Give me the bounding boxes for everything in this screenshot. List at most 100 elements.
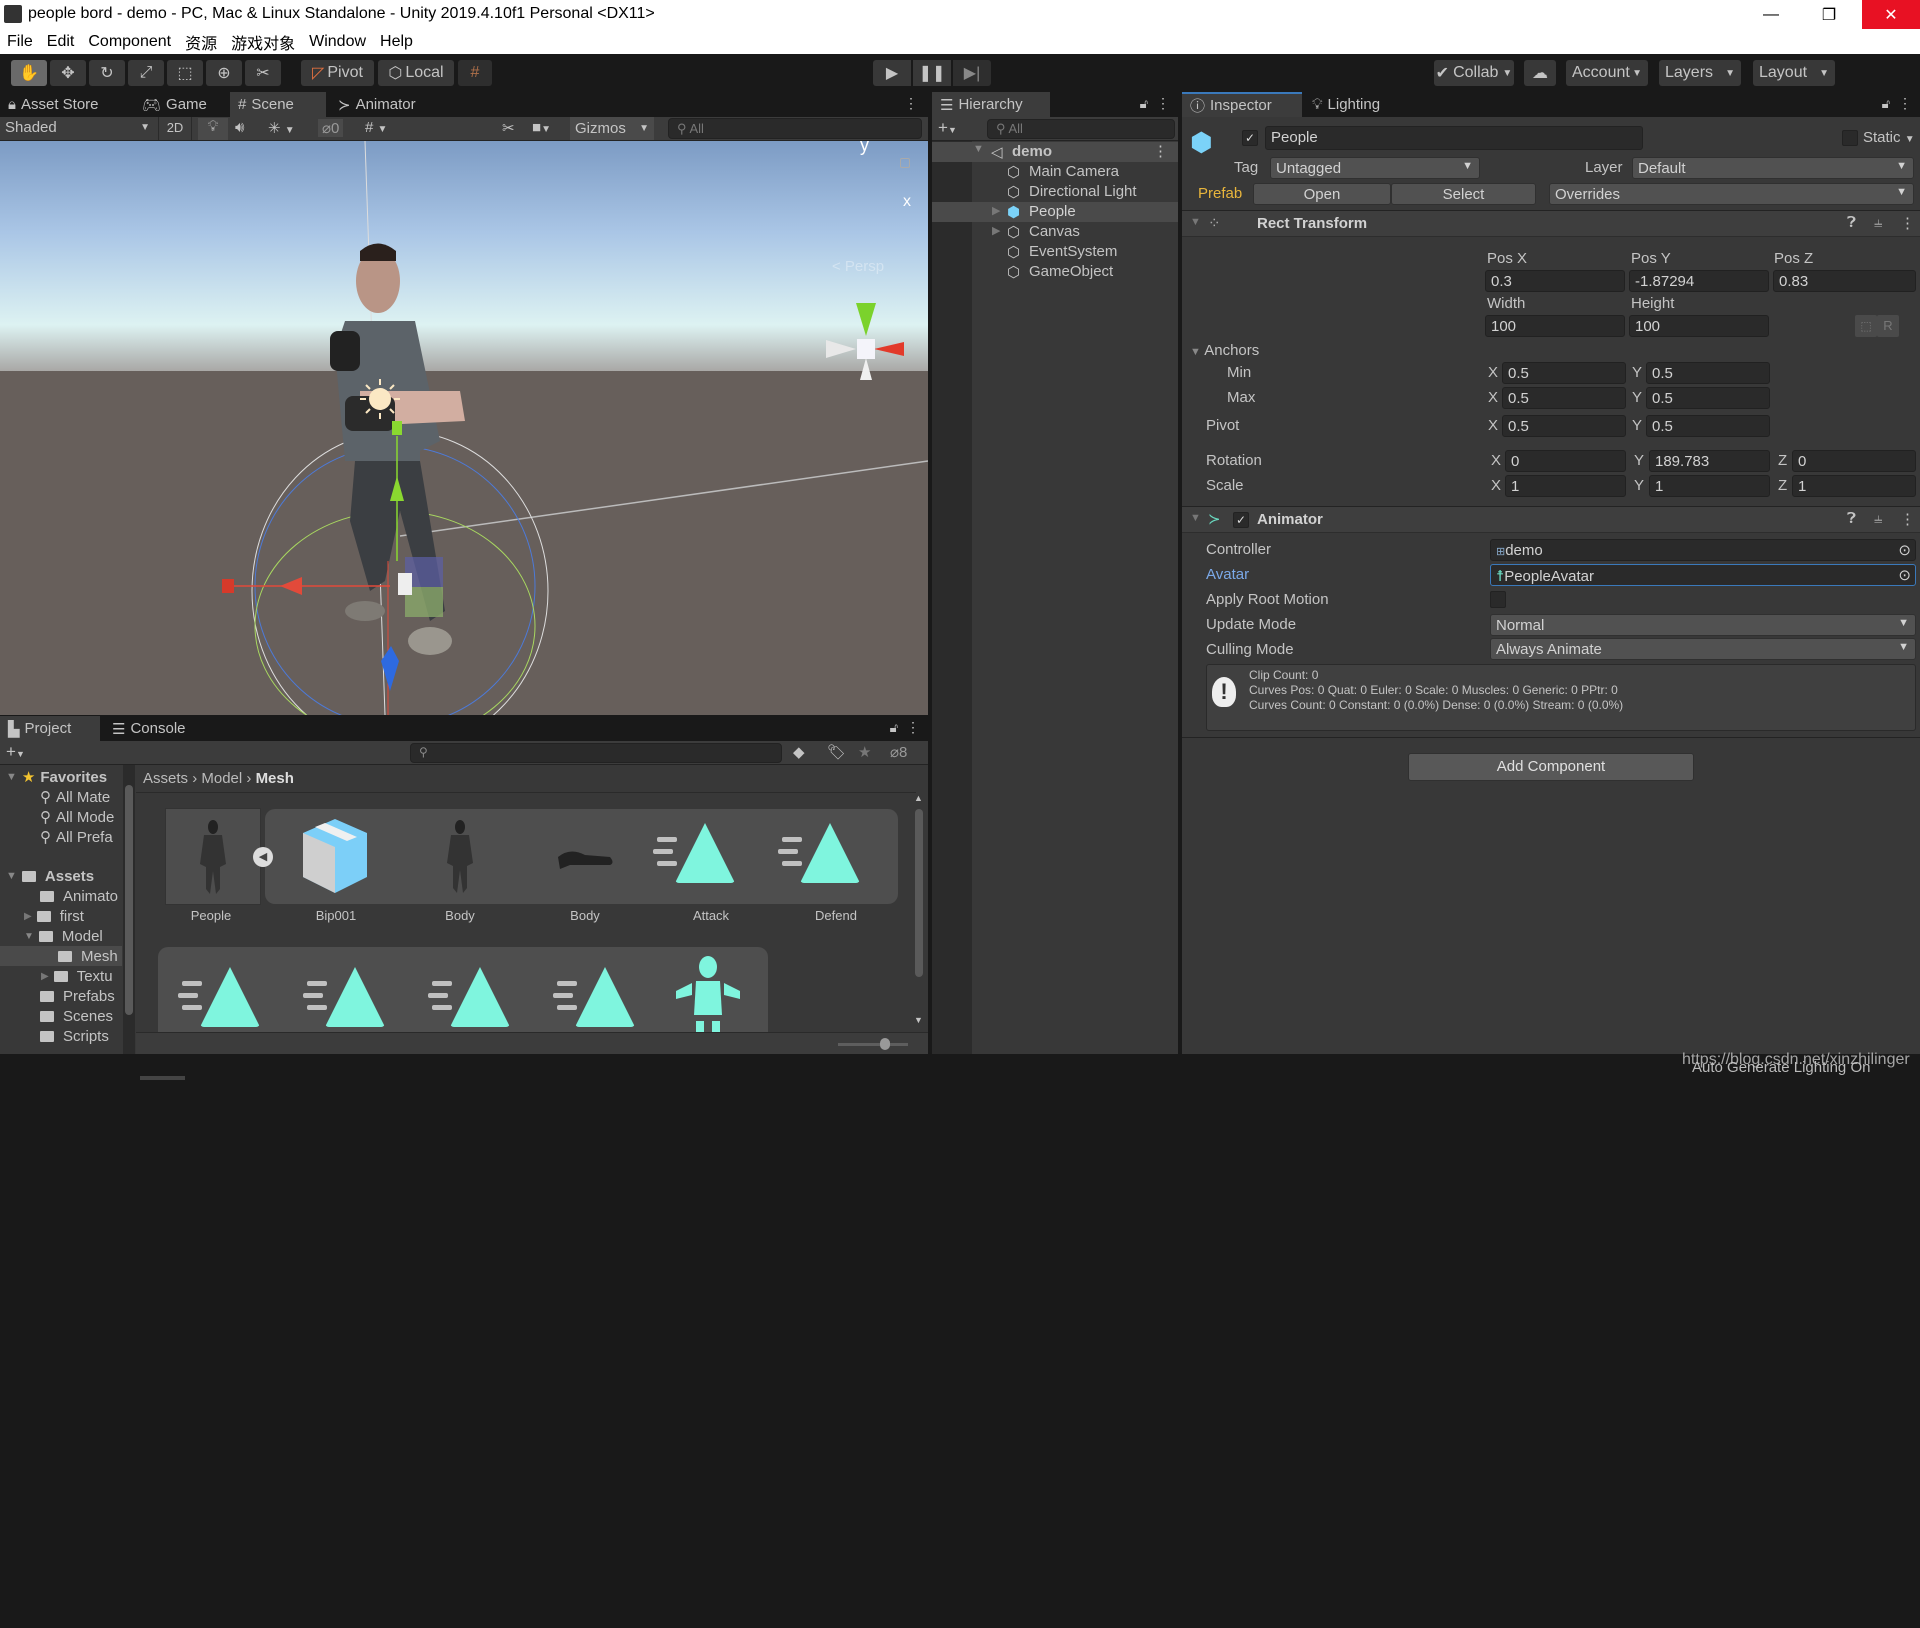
create-dropdown[interactable]: +▼ [938,118,957,138]
expand-arrow-icon[interactable]: ▶ [992,224,1000,237]
snap-toggle[interactable]: # [458,60,492,86]
menu-edit[interactable]: Edit [47,33,75,51]
raw-edit-button[interactable]: R [1877,315,1899,337]
more-options-icon[interactable]: ⋮ [1153,142,1168,160]
tree-item[interactable]: ▶ first [24,906,84,926]
hierarchy-item[interactable]: ⬡ Main Camera [932,162,1182,182]
menu-help[interactable]: Help [380,33,413,51]
filter-type-button[interactable]: ◆ [793,743,805,761]
menu-assets[interactable]: 资源 [185,30,217,54]
lock-icon[interactable]: 🔓︎ [1140,96,1148,112]
tab-inspector[interactable]: ⓘ Inspector [1182,92,1302,117]
collapse-arrow-icon[interactable]: ▼ [1190,216,1201,228]
2d-toggle[interactable]: 2D [158,117,192,140]
more-options-icon[interactable]: ⋮ [906,719,920,736]
rotate-tool-button[interactable]: ↻ [89,60,125,86]
tab-scene[interactable]: # Scene [230,92,326,117]
tree-item[interactable]: Scenes [40,1006,113,1026]
account-dropdown[interactable]: Account ▼ [1566,60,1648,86]
asset-label[interactable]: Body [410,908,510,923]
pivot-y-field[interactable]: 0.5 [1646,415,1770,437]
asset-label[interactable]: People [161,908,261,923]
tab-project[interactable]: ▙ Project [0,716,100,741]
static-checkbox[interactable] [1842,130,1858,146]
breadcrumb-item[interactable]: Model [201,770,242,787]
hidden-packages-toggle[interactable]: ⌀8 [890,743,907,761]
scene-search-input[interactable]: ⚲ All [668,118,922,139]
avatar-icon[interactable] [668,955,748,1032]
object-name-input[interactable]: People [1265,126,1643,150]
help-icon[interactable]: ❓︎ [1847,510,1856,527]
pos-y-field[interactable]: -1.87294 [1629,270,1769,292]
camera-dropdown[interactable]: ■▼ [532,119,551,136]
tag-dropdown[interactable]: Untagged ▼ [1270,157,1480,179]
animation-clip-icon[interactable] [428,967,510,1027]
hierarchy-item-selected[interactable]: ▶ ⬢ People [932,202,1178,222]
anchor-max-x-field[interactable]: 0.5 [1502,387,1626,409]
pos-x-field[interactable]: 0.3 [1485,270,1625,292]
tab-lighting[interactable]: 💡︎ Lighting [1304,92,1388,117]
presets-icon[interactable]: ⫨ [1874,510,1882,527]
effects-toggle[interactable]: ✳ ▼ [268,119,295,137]
lighting-toggle[interactable]: 💡︎ [198,118,228,140]
collab-dropdown[interactable]: ✔ Collab ▼ [1434,60,1514,86]
pause-button[interactable]: ❚❚ [913,60,951,86]
scale-y-field[interactable]: 1 [1649,475,1770,497]
asset-thumb-people[interactable] [165,808,261,905]
pivot-toggle[interactable]: ◸ Pivot [301,60,374,86]
restore-button[interactable]: ❐ [1806,0,1852,29]
tab-game[interactable]: 🎮︎ Game [134,92,215,117]
avatar-field[interactable]: ☨PeopleAvatar ⊙ [1490,564,1916,586]
culling-mode-dropdown[interactable]: Always Animate ▼ [1490,638,1916,660]
gizmos-dropdown[interactable]: Gizmos ▼ [570,117,654,140]
local-toggle[interactable]: ⬡ Local [378,60,454,86]
animation-clip-icon[interactable] [553,967,635,1027]
tree-item[interactable]: ⚲ All Mate [40,787,110,807]
tab-console[interactable]: ☰ Console [104,716,194,741]
tree-item-assets[interactable]: ▼ Assets [6,866,94,886]
tree-item[interactable]: ▼ Model [24,926,103,946]
collapse-arrow-icon[interactable]: ▼ [1190,512,1201,524]
project-search-input[interactable]: ⚲ [410,743,782,763]
scroll-up-icon[interactable]: ▲ [914,793,923,803]
layout-dropdown[interactable]: Layout ▼ [1753,60,1835,86]
more-options-icon[interactable]: ⋮ [1900,510,1915,528]
animator-enabled-checkbox[interactable]: ✓ [1233,512,1249,528]
tree-item[interactable]: Prefabs [40,986,115,1006]
menu-gameobject[interactable]: 游戏对象 [231,30,295,54]
pos-z-field[interactable]: 0.83 [1773,270,1916,292]
tree-item-selected[interactable]: Mesh [0,946,122,966]
hierarchy-item[interactable]: ⬡ Directional Light [932,182,1182,202]
move-tool-button[interactable]: ✥ [50,60,86,86]
audio-toggle[interactable]: 🔊︎ [235,119,244,136]
hierarchy-item[interactable]: ⬡ EventSystem [932,242,1182,262]
perspective-label[interactable]: < Persp [832,258,884,275]
more-options-icon[interactable]: ⋮ [1900,214,1915,232]
prefab-open-button[interactable]: Open [1253,183,1391,205]
active-checkbox[interactable]: ✓ [1242,130,1258,146]
asset-grid-scrollbar[interactable]: ▲ ▼ [912,793,926,1028]
menu-file[interactable]: File [7,33,33,51]
anchor-min-y-field[interactable]: 0.5 [1646,362,1770,384]
expand-arrow-icon[interactable]: ▶ [992,204,1000,217]
asset-label[interactable]: Body [535,908,635,923]
animator-header[interactable]: ▼ ≻ ✓ Animator ❓︎ ⫨ ⋮ [1182,507,1920,533]
hierarchy-search-input[interactable]: ⚲ All [987,119,1175,139]
close-button[interactable]: ✕ [1862,0,1920,29]
controller-field[interactable]: ⊞demo ⊙ [1490,539,1916,561]
prefab-select-button[interactable]: Select [1391,183,1536,205]
rotation-z-field[interactable]: 0 [1792,450,1916,472]
animation-clip-icon[interactable] [178,967,260,1027]
scale-z-field[interactable]: 1 [1792,475,1916,497]
prefab-overrides-dropdown[interactable]: Overrides ▼ [1549,183,1914,205]
rotation-x-field[interactable]: 0 [1505,450,1626,472]
layer-dropdown[interactable]: Default ▼ [1632,157,1914,179]
minimize-button[interactable]: — [1748,0,1794,29]
menu-component[interactable]: Component [88,33,171,51]
apply-root-motion-checkbox[interactable] [1490,591,1506,608]
lock-icon[interactable]: 🔓︎ [890,720,898,736]
scroll-down-icon[interactable]: ▼ [914,1015,923,1025]
presets-icon[interactable]: ⫨ [1874,214,1882,231]
asset-label[interactable]: Defend [786,908,886,923]
icon-size-slider-track[interactable] [838,1043,908,1046]
